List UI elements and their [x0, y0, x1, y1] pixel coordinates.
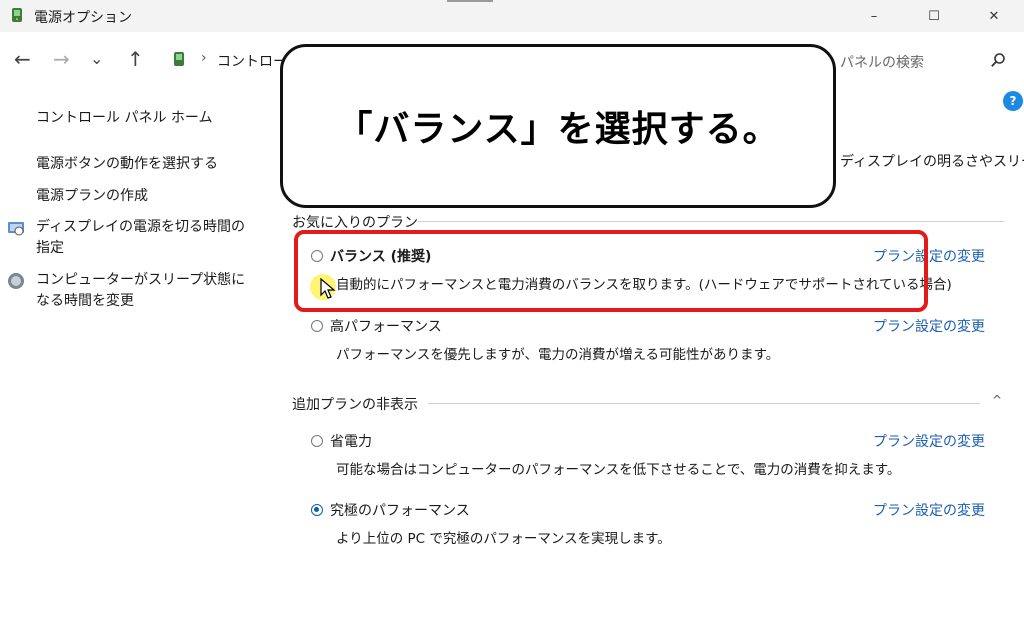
favorites-section-header: お気に入りのプラン	[292, 215, 418, 231]
high-performance-plan-name[interactable]: 高パフォーマンス	[330, 316, 442, 336]
sidebar-item-sleep-time[interactable]: コンピューターがスリープ状態になる時間を変更	[36, 270, 256, 312]
control-panel-icon	[174, 52, 184, 66]
instruction-callout: 「バランス」を選択する。	[280, 44, 836, 208]
high-performance-plan-description: パフォーマンスを優先しますが、電力の消費が増える可能性があります。	[336, 347, 780, 363]
path-separator-icon: ›	[201, 50, 207, 66]
search-placeholder: パネルの検索	[840, 55, 924, 71]
high-performance-plan-settings-link[interactable]: プラン設定の変更	[873, 316, 985, 336]
ultimate-performance-plan-settings-link[interactable]: プラン設定の変更	[873, 500, 985, 520]
search-icon[interactable]	[990, 52, 1006, 68]
display-timer-icon	[8, 222, 24, 236]
mouse-cursor-icon	[320, 278, 336, 299]
window-title: 電源オプション	[34, 10, 132, 26]
ultimate-performance-plan-radio[interactable]	[311, 504, 323, 516]
ultimate-performance-plan-name[interactable]: 究極のパフォーマンス	[330, 500, 470, 520]
title-bar-drag-indicator	[447, 0, 493, 2]
power-saver-plan-settings-link[interactable]: プラン設定の変更	[873, 431, 985, 451]
maximize-button[interactable]: ☐	[911, 0, 957, 32]
sidebar-item-control-panel-home[interactable]: コントロール パネル ホーム	[36, 108, 212, 129]
help-icon[interactable]: ?	[1003, 91, 1023, 111]
balanced-plan-highlight-box	[294, 230, 928, 312]
instruction-callout-text: 「バランス」を選択する。	[336, 109, 780, 150]
power-saver-plan-radio[interactable]	[311, 435, 323, 447]
title-bar: 電源オプション – ☐ ✕	[0, 0, 1024, 32]
sidebar-item-display-off-time[interactable]: ディスプレイの電源を切る時間の指定	[36, 217, 256, 259]
high-performance-plan-radio[interactable]	[311, 320, 323, 332]
up-arrow-icon[interactable]: ↑	[127, 49, 144, 69]
sleep-moon-icon	[8, 273, 24, 289]
power-options-icon	[12, 8, 22, 22]
hidden-plans-section-header: 追加プランの非表示	[292, 397, 418, 413]
minimize-button[interactable]: –	[851, 0, 897, 32]
favorites-divider	[418, 221, 1004, 222]
hidden-plans-divider	[428, 403, 980, 404]
power-saver-plan-name[interactable]: 省電力	[330, 431, 372, 451]
recent-locations-chevron-icon[interactable]: ⌄	[90, 49, 103, 69]
power-saver-plan-description: 可能な場合はコンピューターのパフォーマンスを低下させることで、電力の消費を抑えま…	[336, 462, 901, 478]
forward-arrow-icon[interactable]: →	[53, 49, 70, 69]
collapse-chevron-icon[interactable]: ^	[992, 393, 1002, 407]
sidebar-item-create-plan[interactable]: 電源プランの作成	[36, 186, 148, 207]
sidebar-item-power-button-action[interactable]: 電源ボタンの動作を選択する	[36, 154, 218, 175]
close-button[interactable]: ✕	[971, 0, 1017, 32]
back-arrow-icon[interactable]: ←	[14, 49, 31, 69]
main-description-truncated: ディスプレイの明るさやスリー	[840, 154, 1024, 170]
ultimate-performance-plan-description: より上位の PC で究極のパフォーマンスを実現します。	[336, 531, 671, 547]
